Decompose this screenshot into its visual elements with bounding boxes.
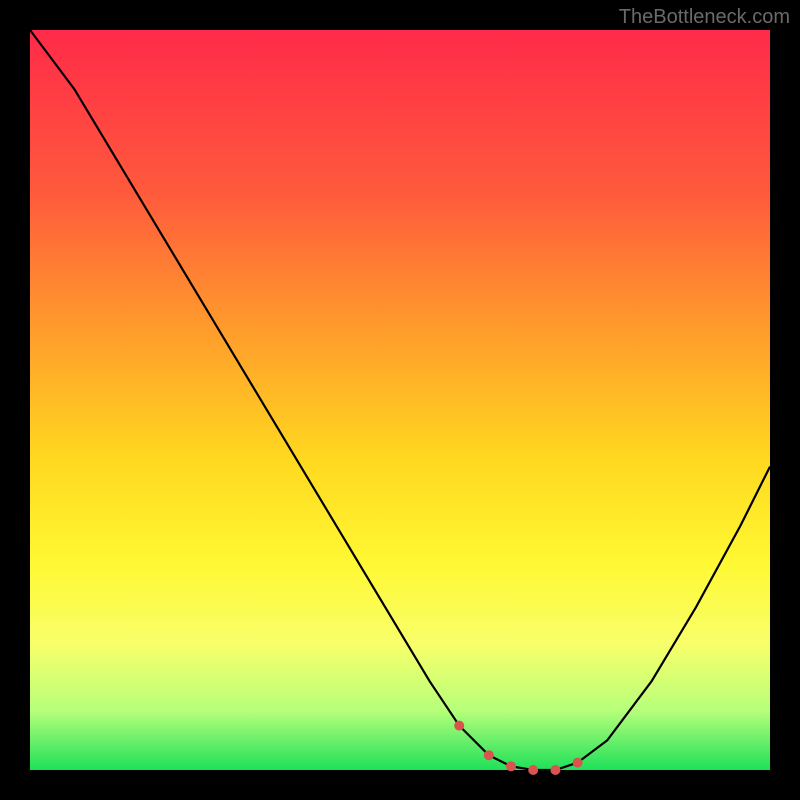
bottleneck-curve-line <box>30 30 770 770</box>
watermark-text: TheBottleneck.com <box>619 6 790 29</box>
curve-marker <box>454 721 464 731</box>
bottleneck-chart <box>30 30 770 770</box>
curve-marker <box>506 761 516 771</box>
curve-marker <box>484 750 494 760</box>
curve-marker <box>573 758 583 768</box>
curve-marker <box>528 765 538 775</box>
curve-marker <box>550 765 560 775</box>
